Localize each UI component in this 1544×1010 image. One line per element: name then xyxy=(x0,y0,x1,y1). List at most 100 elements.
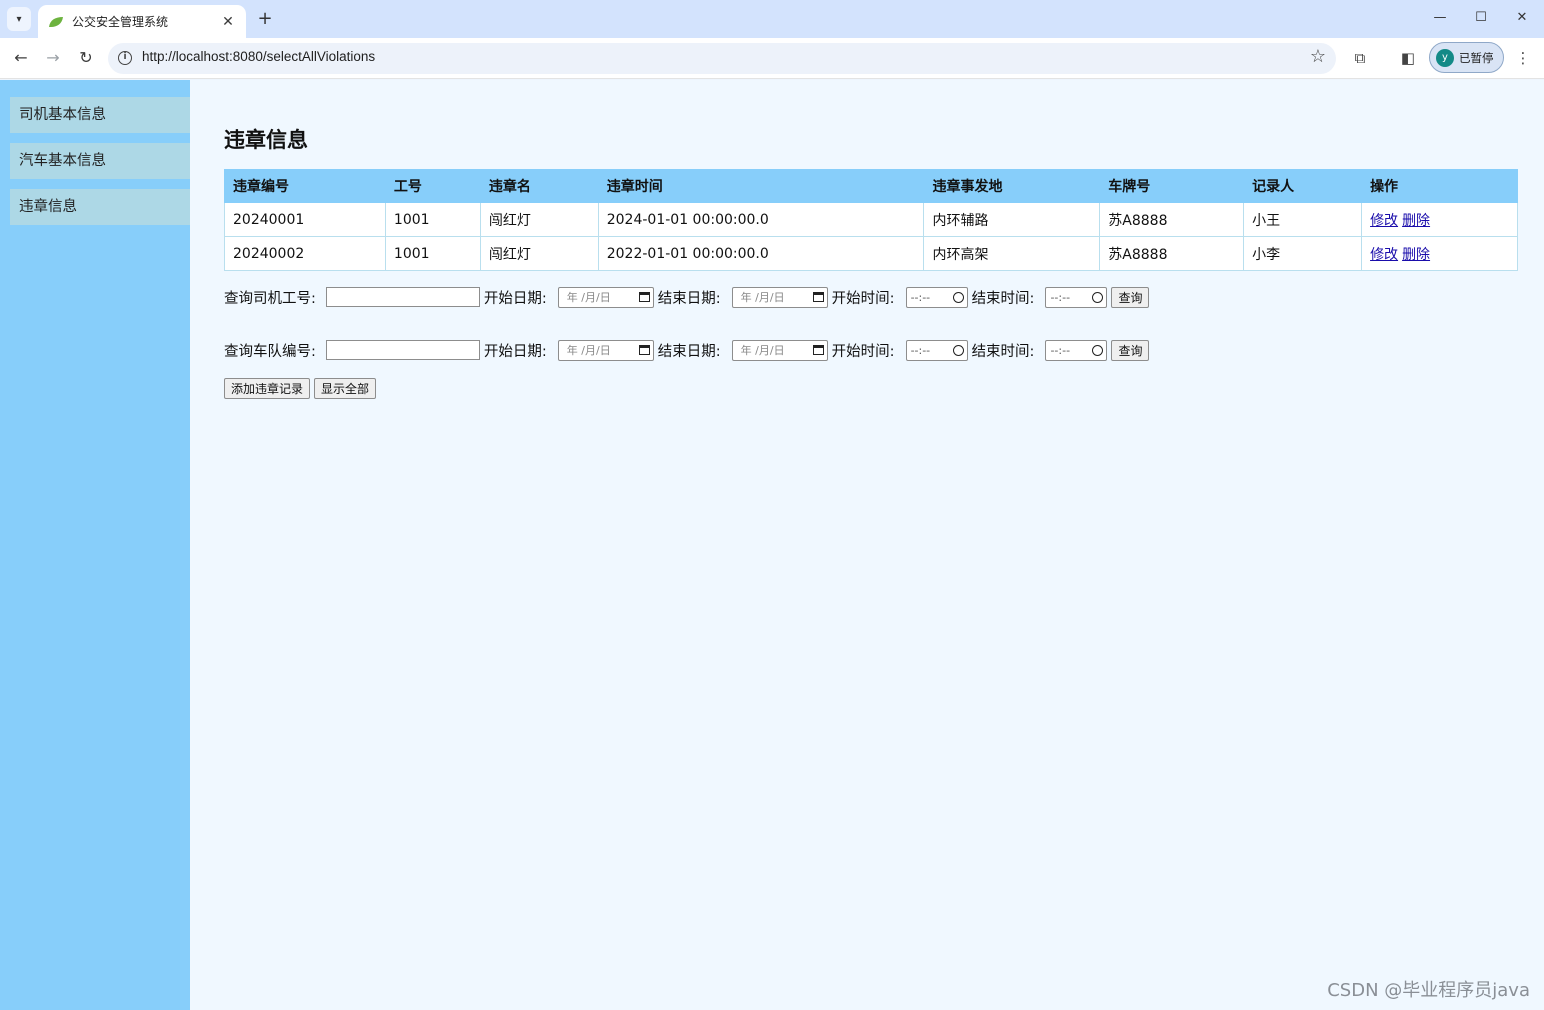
back-arrow-icon[interactable]: ← xyxy=(9,46,33,70)
maximize-icon[interactable]: ☐ xyxy=(1471,8,1491,28)
window-close-icon[interactable]: ✕ xyxy=(1512,8,1532,28)
sidebar-item-violation-info[interactable]: 违章信息 xyxy=(10,189,190,225)
cell-violation-time: 2022-01-01 00:00:00.0 xyxy=(597,236,925,271)
calendar-icon[interactable] xyxy=(638,345,650,355)
cell-location: 内环高架 xyxy=(923,236,1101,271)
cell-violation-name: 闯红灯 xyxy=(479,202,599,237)
sidebar-item-vehicle-info[interactable]: 汽车基本信息 xyxy=(10,143,190,179)
page-title: 违章信息 xyxy=(224,128,308,152)
query-team-button[interactable]: 查询 xyxy=(1111,339,1150,361)
tab-title: 公交安全管理系统 xyxy=(72,15,169,29)
end-time-label: 结束时间: xyxy=(971,343,1035,360)
minimize-icon[interactable]: — xyxy=(1430,8,1450,28)
bookmark-star-icon[interactable]: ☆ xyxy=(1310,46,1326,67)
table-header-row: 违章编号 工号 违章名 违章时间 违章事发地 车牌号 记录人 操作 xyxy=(224,169,1518,203)
end-date-input[interactable]: 年 /月/日 xyxy=(731,339,828,361)
start-date-input[interactable]: 年 /月/日 xyxy=(557,339,654,361)
time-placeholder: --:-- xyxy=(910,343,931,357)
col-header-plate: 车牌号 xyxy=(1099,169,1245,203)
end-time-label: 结束时间: xyxy=(971,290,1035,307)
end-time-input[interactable]: --:-- xyxy=(1045,339,1108,361)
profile-status-label: 已暂停 xyxy=(1459,50,1494,65)
calendar-icon[interactable] xyxy=(812,292,824,302)
end-time-input[interactable]: --:-- xyxy=(1045,286,1108,308)
start-time-input[interactable]: --:-- xyxy=(905,339,968,361)
cell-actions: 修改 删除 xyxy=(1361,236,1518,271)
col-header-location: 违章事发地 xyxy=(923,169,1101,203)
cell-recorder: 小王 xyxy=(1243,202,1363,237)
clock-icon[interactable] xyxy=(952,291,964,303)
start-date-input[interactable]: 年 /月/日 xyxy=(557,286,654,308)
forward-arrow-icon[interactable]: → xyxy=(41,46,65,70)
col-header-recorder: 记录人 xyxy=(1243,169,1363,203)
tab-search-chevron-icon[interactable]: ▾ xyxy=(7,7,31,31)
reload-icon[interactable]: ↻ xyxy=(74,46,98,70)
time-placeholder: --:-- xyxy=(1050,290,1071,304)
delete-link[interactable]: 删除 xyxy=(1402,247,1430,263)
query-driver-row: 查询司机工号: 开始日期: 年 /月/日 结束日期: 年 /月/日 开始时间: … xyxy=(224,285,1150,309)
site-info-icon[interactable]: i xyxy=(118,51,132,65)
end-date-label: 结束日期: xyxy=(657,343,721,360)
action-buttons: 添加违章记录 显示全部 xyxy=(224,376,377,400)
profile-button[interactable]: y 已暂停 xyxy=(1429,42,1504,73)
violations-table: 违章编号 工号 违章名 违章时间 违章事发地 车牌号 记录人 操作 202400… xyxy=(224,169,1518,271)
cell-plate: 苏A8888 xyxy=(1099,236,1245,271)
cell-worker-no: 1001 xyxy=(384,202,481,237)
side-panel-icon[interactable]: ◧ xyxy=(1397,47,1419,69)
driver-no-input[interactable] xyxy=(325,287,480,307)
edit-link[interactable]: 修改 xyxy=(1370,247,1398,263)
new-tab-plus-icon[interactable]: + xyxy=(254,8,276,30)
date-placeholder: 年 /月/日 xyxy=(740,291,785,304)
query-driver-label: 查询司机工号: xyxy=(224,290,316,307)
col-header-violation-time: 违章时间 xyxy=(597,169,925,203)
cell-recorder: 小李 xyxy=(1243,236,1363,271)
menu-kebab-icon[interactable]: ⋮ xyxy=(1512,47,1534,69)
address-bar[interactable]: i http://localhost:8080/selectAllViolati… xyxy=(108,43,1336,74)
tab-close-icon[interactable]: ✕ xyxy=(220,14,236,30)
start-date-label: 开始日期: xyxy=(483,290,547,307)
time-placeholder: --:-- xyxy=(910,290,931,304)
cell-violation-name: 闯红灯 xyxy=(479,236,599,271)
end-date-label: 结束日期: xyxy=(657,290,721,307)
date-placeholder: 年 /月/日 xyxy=(566,291,611,304)
team-no-input[interactable] xyxy=(325,340,480,360)
cell-worker-no: 1001 xyxy=(384,236,481,271)
calendar-icon[interactable] xyxy=(812,345,824,355)
extensions-puzzle-icon[interactable]: ⧉ xyxy=(1349,47,1371,69)
query-driver-button[interactable]: 查询 xyxy=(1111,286,1150,308)
table-row: 20240002 1001 闯红灯 2022-01-01 00:00:00.0 … xyxy=(224,236,1518,271)
end-date-input[interactable]: 年 /月/日 xyxy=(731,286,828,308)
date-placeholder: 年 /月/日 xyxy=(740,344,785,357)
start-time-label: 开始时间: xyxy=(831,290,895,307)
add-violation-button[interactable]: 添加违章记录 xyxy=(224,377,311,399)
browser-titlebar: ▾ 公交安全管理系统 ✕ + — ☐ ✕ xyxy=(0,0,1544,38)
start-date-label: 开始日期: xyxy=(483,343,547,360)
cell-violation-id: 20240002 xyxy=(224,236,386,271)
col-header-worker-no: 工号 xyxy=(384,169,481,203)
avatar: y xyxy=(1436,48,1454,67)
watermark: CSDN @毕业程序员java xyxy=(1327,980,1530,1001)
start-time-input[interactable]: --:-- xyxy=(905,286,968,308)
start-time-label: 开始时间: xyxy=(831,343,895,360)
calendar-icon[interactable] xyxy=(638,292,650,302)
col-header-actions: 操作 xyxy=(1361,169,1518,203)
spring-leaf-icon xyxy=(49,16,63,27)
delete-link[interactable]: 删除 xyxy=(1402,213,1430,229)
clock-icon[interactable] xyxy=(952,344,964,356)
browser-tab[interactable]: 公交安全管理系统 ✕ xyxy=(38,5,246,38)
url-text[interactable]: http://localhost:8080/selectAllViolation… xyxy=(142,49,375,64)
table-row: 20240001 1001 闯红灯 2024-01-01 00:00:00.0 … xyxy=(224,202,1518,237)
clock-icon[interactable] xyxy=(1092,291,1104,303)
clock-icon[interactable] xyxy=(1092,344,1104,356)
time-placeholder: --:-- xyxy=(1050,343,1071,357)
browser-toolbar: ← → ↻ i http://localhost:8080/selectAllV… xyxy=(0,38,1544,79)
col-header-violation-id: 违章编号 xyxy=(224,169,386,203)
edit-link[interactable]: 修改 xyxy=(1370,213,1398,229)
cell-violation-time: 2024-01-01 00:00:00.0 xyxy=(597,202,925,237)
cell-location: 内环辅路 xyxy=(923,202,1101,237)
date-placeholder: 年 /月/日 xyxy=(566,344,611,357)
sidebar-item-driver-info[interactable]: 司机基本信息 xyxy=(10,97,190,133)
cell-actions: 修改 删除 xyxy=(1361,202,1518,237)
query-team-label: 查询车队编号: xyxy=(224,343,316,360)
show-all-button[interactable]: 显示全部 xyxy=(314,377,377,399)
